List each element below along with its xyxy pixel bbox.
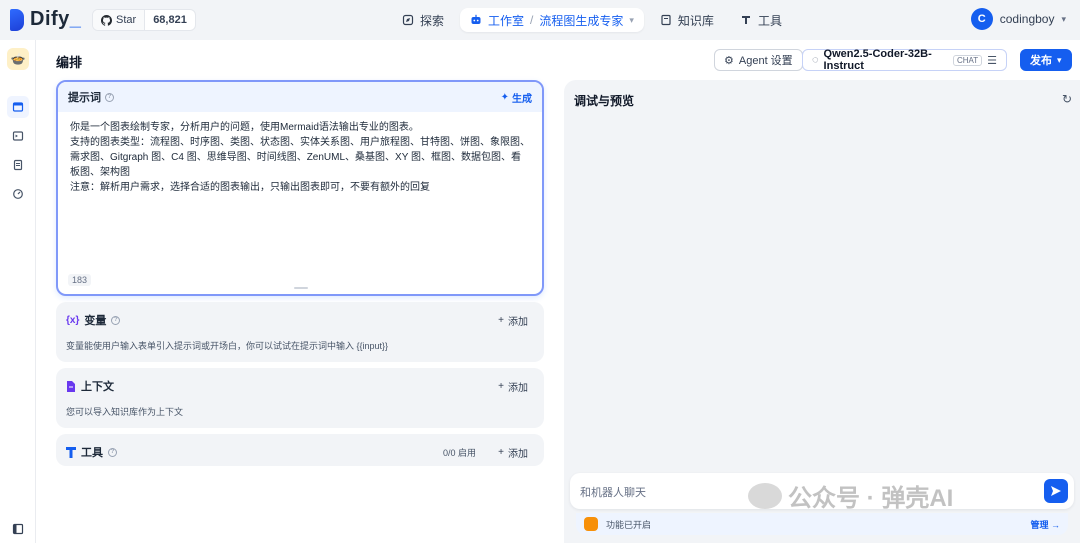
- nav-knowledge[interactable]: 知识库: [650, 8, 724, 32]
- variables-title: 变量: [84, 315, 107, 327]
- brand-name: Dify: [30, 8, 70, 30]
- variables-section: {x} 变量 ? + 添加 变量能使用户输入表单引入提示词或开场白，你可以试试在…: [56, 302, 544, 362]
- document-icon: [67, 380, 75, 392]
- variable-icon: {x}: [66, 314, 80, 326]
- agent-settings-label: Agent 设置: [738, 55, 793, 67]
- avatar: C: [970, 8, 993, 30]
- chevron-down-icon: ▾: [1057, 54, 1062, 65]
- page-header: 编排 ⚙ Agent 设置 ◌ Qwen2.5-Coder-32B-Instru…: [36, 40, 1080, 80]
- nav-explore[interactable]: 探索: [392, 8, 454, 32]
- nav-studio[interactable]: 工作室 / 流程图生成专家 ▾: [460, 8, 644, 32]
- add-context-button[interactable]: + 添加: [498, 379, 528, 394]
- plus-icon: +: [498, 447, 504, 458]
- plus-icon: +: [498, 381, 504, 392]
- help-icon[interactable]: ?: [108, 447, 117, 457]
- monitor-icon[interactable]: [7, 183, 29, 205]
- resize-handle[interactable]: [294, 287, 308, 289]
- help-icon[interactable]: ?: [105, 92, 114, 102]
- current-app-name[interactable]: 流程图生成专家: [539, 12, 623, 29]
- nav-knowledge-label: 知识库: [677, 13, 714, 28]
- char-counter: 183: [68, 274, 92, 286]
- gear-icon: ⚙: [724, 54, 734, 67]
- prompt-line: 注意：解析用户需求，选择合适的图表输出，只输出图表即可，不要有额外的回复: [70, 182, 430, 193]
- add-label: 添加: [508, 383, 528, 394]
- logs-icon[interactable]: [7, 154, 29, 176]
- github-icon: [101, 14, 112, 26]
- chat-placeholder: 和机器人聊天: [580, 487, 646, 499]
- add-tool-button[interactable]: + 添加: [498, 445, 528, 460]
- prompt-textarea[interactable]: 你是一个图表绘制专家，分析用户的问题，使用Mermaid语法输出专业的图表。 支…: [58, 112, 542, 203]
- tools-section: 工具 ? 0/0 启用 + 添加: [56, 434, 544, 466]
- generate-button[interactable]: ✦ 生成: [501, 90, 532, 105]
- tools-enabled-count: 0/0 启用: [442, 448, 476, 458]
- robot-icon: [471, 14, 481, 24]
- refresh-icon[interactable]: ↻: [1062, 92, 1072, 106]
- publish-label: 发布: [1030, 55, 1052, 67]
- main-panel: 编排 ⚙ Agent 设置 ◌ Qwen2.5-Coder-32B-Instru…: [36, 40, 1080, 543]
- debug-preview-panel: 调试与预览 ↻ 和机器人聊天 功能已开启 管理 →: [564, 80, 1080, 543]
- user-menu[interactable]: C codingboy ▾: [970, 8, 1066, 30]
- nav-explore-label: 探索: [420, 13, 445, 28]
- prompt-card: 提示词 ? ✦ 生成 你是一个图表绘制专家，分析用户的问题，使用Mermaid语…: [56, 80, 544, 296]
- orchestrate-icon[interactable]: [7, 96, 29, 118]
- tool-icon: [741, 16, 750, 24]
- add-label: 添加: [508, 317, 528, 328]
- prompt-line: 你是一个图表绘制专家，分析用户的问题，使用Mermaid语法输出专业的图表。: [70, 122, 419, 133]
- user-name: codingboy: [999, 12, 1055, 26]
- github-star-button[interactable]: Star 68,821: [92, 9, 196, 31]
- sidebar-toggle-icon[interactable]: [7, 518, 29, 540]
- add-label: 添加: [508, 449, 528, 460]
- manage-link[interactable]: 管理 →: [1030, 518, 1060, 531]
- variables-description: 变量能使用户输入表单引入提示词或开场白，你可以试试在提示词中输入 {{input…: [66, 341, 389, 351]
- nav-tools-label: 工具: [757, 13, 782, 28]
- context-title: 上下文: [81, 381, 114, 393]
- chevron-down-icon: ▾: [1061, 13, 1066, 24]
- feature-icon: [584, 517, 598, 531]
- generate-label: 生成: [512, 93, 532, 105]
- model-selector[interactable]: ◌ Qwen2.5-Coder-32B-Instruct CHAT ☰: [802, 48, 1007, 72]
- prompt-line: 支持的图表类型：流程图、时序图、类图、状态图、实体关系图、用户旅程图、甘特图、饼…: [70, 137, 530, 178]
- plus-icon: +: [498, 315, 504, 326]
- main-nav: 探索 工作室 / 流程图生成专家 ▾ 知识库 工具: [392, 8, 792, 32]
- page-title: 编排: [56, 55, 83, 70]
- context-description: 您可以导入知识库作为上下文: [66, 407, 184, 417]
- dify-logo[interactable]: Dify_: [10, 8, 81, 31]
- publish-button[interactable]: 发布 ▾: [1020, 49, 1072, 71]
- app-icon[interactable]: 🍲: [7, 48, 29, 70]
- agent-settings-button[interactable]: ⚙ Agent 设置: [714, 49, 803, 71]
- sparkle-icon: ✦: [500, 91, 509, 103]
- prompt-title: 提示词: [68, 92, 101, 104]
- star-label: Star: [116, 14, 137, 26]
- compass-icon: [402, 14, 414, 26]
- model-name: Qwen2.5-Coder-32B-Instruct: [823, 48, 932, 72]
- terminal-icon[interactable]: [7, 125, 29, 147]
- help-icon[interactable]: ?: [111, 315, 121, 325]
- chat-input[interactable]: 和机器人聊天: [570, 473, 1074, 509]
- feature-status: 功能已开启: [606, 520, 652, 530]
- tools-title: 工具: [81, 447, 103, 459]
- sliders-icon[interactable]: ☰: [987, 54, 997, 67]
- tool-icon: [66, 446, 76, 458]
- star-count: 68,821: [153, 14, 187, 26]
- dify-logo-icon: [10, 8, 24, 31]
- left-rail: 🍲: [0, 40, 36, 543]
- chevron-down-icon[interactable]: ▾: [629, 15, 634, 26]
- model-mode-badge: CHAT: [952, 54, 983, 66]
- orchestration-column: 提示词 ? ✦ 生成 你是一个图表绘制专家，分析用户的问题，使用Mermaid语…: [56, 80, 544, 543]
- context-section: 上下文 + 添加 您可以导入知识库作为上下文: [56, 368, 544, 428]
- book-icon: [661, 14, 671, 26]
- send-icon: [1051, 486, 1061, 496]
- model-icon: ◌: [812, 54, 819, 66]
- send-button[interactable]: [1044, 479, 1068, 503]
- add-variable-button[interactable]: + 添加: [498, 313, 528, 328]
- preview-title: 调试与预览: [574, 94, 635, 108]
- features-bar: 功能已开启 管理 →: [576, 513, 1068, 535]
- top-nav-bar: Dify_ Star 68,821 探索 工作室 / 流程图生成专家 ▾ 知识库…: [0, 0, 1080, 40]
- nav-tools[interactable]: 工具: [730, 8, 792, 32]
- nav-studio-label: 工作室: [488, 13, 525, 28]
